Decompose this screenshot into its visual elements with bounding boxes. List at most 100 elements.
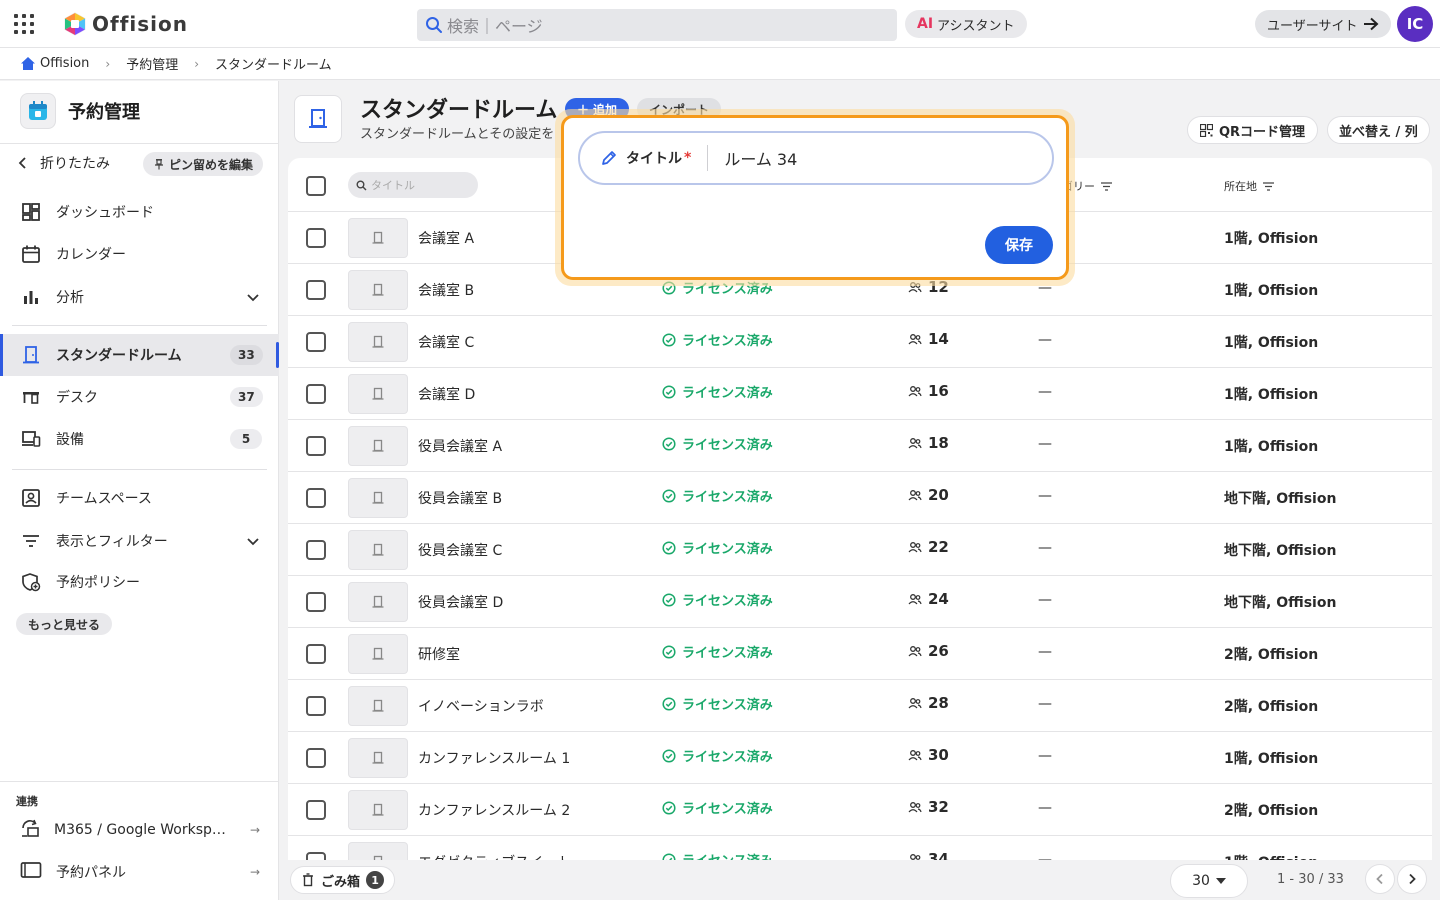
room-thumbnail (348, 374, 408, 414)
door-icon (372, 439, 384, 452)
license-label: ライセンス済み (682, 802, 773, 817)
edit-pins-button[interactable]: ピン留めを編集 (143, 152, 264, 176)
room-title[interactable]: カンファレンスルーム 2 (418, 800, 570, 820)
table-row[interactable]: カンファレンスルーム 2 ライセンス済み 32 — 2階, Offision (288, 784, 1432, 836)
row-checkbox[interactable] (306, 852, 326, 860)
title-input[interactable] (724, 148, 1025, 168)
sidebar-item-dashboard[interactable]: ダッシュボード (0, 191, 279, 233)
per-page-select[interactable]: 30 (1170, 864, 1248, 898)
row-checkbox[interactable] (306, 644, 326, 664)
room-title[interactable]: 会議室 C (418, 332, 474, 352)
room-title[interactable]: 研修室 (418, 644, 460, 664)
sidebar-link-m365-google[interactable]: M365 / Google Worksp… → (0, 812, 279, 848)
people-icon (908, 438, 922, 449)
row-checkbox[interactable] (306, 540, 326, 560)
user-site-button[interactable]: ユーザーサイト (1255, 10, 1392, 38)
qr-code-button[interactable]: QRコード管理 (1187, 116, 1319, 144)
room-thumbnail (348, 686, 408, 726)
row-checkbox[interactable] (306, 696, 326, 716)
global-search[interactable]: 検索｜ページ (417, 9, 897, 41)
room-thumbnail (348, 582, 408, 622)
license-status: ライセンス済み (662, 694, 773, 713)
table-row[interactable]: 役員会議室 B ライセンス済み 20 — 地下階, Offision (288, 472, 1432, 524)
door-icon (20, 344, 42, 366)
row-checkbox[interactable] (306, 488, 326, 508)
table-row[interactable]: カンファレンスルーム 1 ライセンス済み 30 — 1階, Offision (288, 732, 1432, 784)
door-icon (373, 855, 383, 860)
room-title[interactable]: エグゼクティブスイート (418, 852, 571, 860)
table-row[interactable]: 会議室 C ライセンス済み 14 — 1階, Offision (288, 316, 1432, 368)
sidebar-item-equipment[interactable]: 設備 5 (0, 418, 279, 460)
sidebar-link-reservation-panel[interactable]: 予約パネル → (0, 854, 279, 890)
save-button[interactable]: 保存 (985, 226, 1053, 264)
room-title[interactable]: 役員会議室 B (418, 488, 502, 508)
page-subtitle: スタンダードルームとその設定を (360, 127, 555, 142)
collapse-button[interactable]: 折りたたみ (16, 153, 110, 173)
column-header-location[interactable]: 所在地 (1224, 178, 1274, 194)
check-circle-icon (662, 332, 676, 347)
room-title[interactable]: 役員会議室 C (418, 540, 502, 560)
sidebar-item-label: デスク (56, 390, 98, 406)
ai-assistant-label: アシスタント (937, 18, 1015, 34)
breadcrumb-home[interactable]: Offision (20, 56, 89, 71)
sort-columns-button[interactable]: 並べ替え / 列 (1327, 116, 1430, 144)
table-row[interactable]: 役員会議室 A ライセンス済み 18 — 1階, Offision (288, 420, 1432, 472)
room-category: — (1038, 696, 1052, 712)
room-title[interactable]: 役員会議室 D (418, 592, 503, 612)
license-status: ライセンス済み (662, 330, 773, 349)
row-checkbox[interactable] (306, 384, 326, 404)
app-grid-icon[interactable] (14, 14, 34, 34)
sidebar-item-desk[interactable]: デスク 37 (0, 376, 279, 418)
row-checkbox[interactable] (306, 228, 326, 248)
title-search-input[interactable]: タイトル (348, 172, 478, 198)
sidebar-item-reservation-policy[interactable]: 予約ポリシー (0, 561, 279, 603)
row-checkbox[interactable] (306, 592, 326, 612)
room-title[interactable]: 会議室 A (418, 228, 474, 248)
row-checkbox[interactable] (306, 332, 326, 352)
table-row[interactable]: 役員会議室 D ライセンス済み 24 — 地下階, Offision (288, 576, 1432, 628)
user-avatar[interactable]: IC (1397, 6, 1433, 42)
room-title[interactable]: 会議室 D (418, 384, 475, 404)
room-location: 2階, Offision (1224, 699, 1319, 715)
table-row[interactable]: イノベーションラボ ライセンス済み 28 — 2階, Offision (288, 680, 1432, 732)
license-label: ライセンス済み (682, 646, 773, 661)
check-circle-icon (662, 644, 676, 659)
title-field[interactable]: タイトル * (578, 131, 1054, 185)
room-title[interactable]: イノベーションラボ (418, 696, 544, 716)
sidebar-item-standard-room[interactable]: スタンダードルーム 33 (0, 334, 279, 376)
table-row[interactable]: エグゼクティブスイート ライセンス済み 34 — 1階, Offision (288, 836, 1432, 860)
next-page-button[interactable] (1397, 864, 1427, 894)
show-more-button[interactable]: もっと見せる (16, 613, 113, 635)
offision-logo-icon (64, 12, 86, 36)
room-title[interactable]: カンファレンスルーム 1 (418, 748, 570, 768)
table-row[interactable]: 研修室 ライセンス済み 26 — 2階, Offision (288, 628, 1432, 680)
sidebar-item-label: ダッシュボード (56, 205, 154, 221)
sidebar-item-view-filter[interactable]: 表示とフィルター (0, 520, 279, 562)
panel-icon (20, 860, 42, 884)
select-all-checkbox[interactable] (306, 176, 326, 196)
sidebar-item-calendar[interactable]: カレンダー (0, 233, 279, 275)
room-title[interactable]: 会議室 B (418, 280, 474, 300)
breadcrumb-item-reservation[interactable]: 予約管理 (126, 54, 178, 73)
sidebar-link-label: 予約パネル (56, 865, 126, 881)
room-category: — (1038, 852, 1052, 860)
license-label: ライセンス済み (682, 750, 773, 765)
trash-button[interactable]: ごみ箱 1 (290, 866, 396, 894)
table-row[interactable]: 役員会議室 C ライセンス済み 22 — 地下階, Offision (288, 524, 1432, 576)
row-checkbox[interactable] (306, 748, 326, 768)
prev-page-button[interactable] (1365, 864, 1395, 894)
sidebar-item-label: 予約ポリシー (56, 575, 140, 591)
top-bar: Offision 検索｜ページ AI アシスタント ユーザーサイト IC (0, 0, 1440, 48)
qr-code-icon (1200, 123, 1213, 137)
logo[interactable]: Offision (64, 10, 188, 38)
sidebar-item-team-space[interactable]: チームスペース (0, 477, 279, 519)
room-title[interactable]: 役員会議室 A (418, 436, 502, 456)
row-checkbox[interactable] (306, 280, 326, 300)
table-row[interactable]: 会議室 D ライセンス済み 16 — 1階, Offision (288, 368, 1432, 420)
row-checkbox[interactable] (306, 800, 326, 820)
row-checkbox[interactable] (306, 436, 326, 456)
per-page-value: 30 (1192, 873, 1210, 889)
sidebar-item-analytics[interactable]: 分析 (0, 276, 279, 318)
room-location: 地下階, Offision (1224, 491, 1337, 507)
ai-assistant-button[interactable]: AI アシスタント (905, 10, 1027, 38)
